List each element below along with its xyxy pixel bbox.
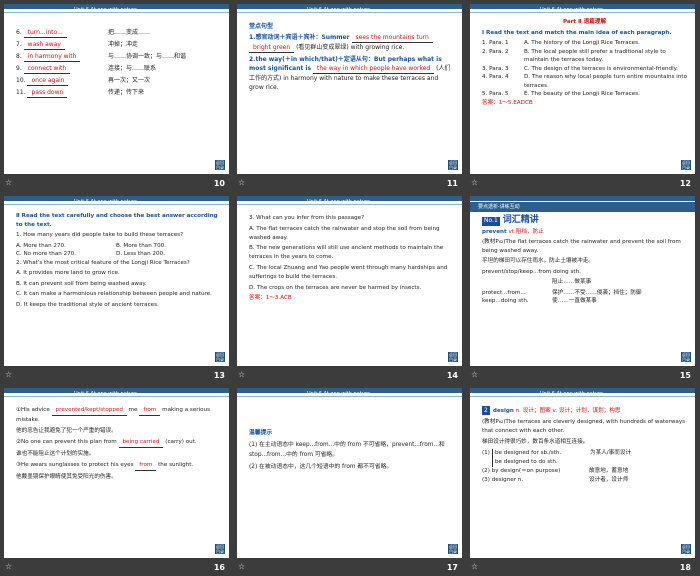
slide-number: 13 bbox=[213, 371, 225, 380]
star-icon[interactable]: ☆ bbox=[471, 370, 478, 379]
return-button[interactable]: 返回目录 bbox=[215, 160, 225, 170]
star-icon[interactable]: ☆ bbox=[5, 178, 12, 187]
slide-header-text: Unit 6 At one with nature bbox=[307, 199, 370, 205]
slide-thumbnail[interactable]: Unit 6 At one with nature 堂点句型 1.感官动词＋宾语… bbox=[237, 4, 462, 174]
answer-blank: pass down bbox=[27, 88, 68, 98]
slide-thumbnail[interactable]: Unit 6 At one with nature Ⅱ Read the tex… bbox=[4, 196, 229, 366]
slide-thumbnail[interactable]: Unit 6 At one with nature 2 design n. 设计；… bbox=[470, 388, 695, 558]
section-band-text: 要点透析·讲练互动 bbox=[478, 204, 520, 210]
return-button[interactable]: 返回目录 bbox=[448, 544, 458, 554]
star-icon[interactable]: ☆ bbox=[5, 370, 12, 379]
answer-blank: connect with bbox=[23, 64, 71, 74]
slide-number: 11 bbox=[446, 179, 458, 188]
section-title: 堂点句型 bbox=[249, 23, 274, 30]
slide-cell-13[interactable]: Unit 6 At one with nature Ⅱ Read the tex… bbox=[0, 192, 233, 384]
slide-cell-15[interactable]: 要点透析·讲练互动 No.1 词汇精讲 prevent vt.阻挡，防止 (教材P… bbox=[466, 192, 699, 384]
return-button[interactable]: 返回目录 bbox=[681, 160, 691, 170]
answer-text: 答案：1～3.ACB bbox=[249, 295, 292, 302]
slide-number: 17 bbox=[446, 563, 458, 572]
slide-cell-16[interactable]: Unit 6 At one with nature ①His advice pr… bbox=[0, 384, 233, 576]
answer-blank: turn...into... bbox=[23, 28, 67, 38]
answer-blank: prevented/kept/stopped bbox=[51, 406, 127, 416]
slide-thumbnail[interactable]: Unit 6 At one with nature ①His advice pr… bbox=[4, 388, 229, 558]
return-button[interactable]: 返回目录 bbox=[215, 544, 225, 554]
answer-blank: the way in which people have worked bbox=[312, 64, 435, 74]
slide-cell-11[interactable]: Unit 6 At one with nature 堂点句型 1.感官动词＋宾语… bbox=[233, 0, 466, 192]
slide-number: 16 bbox=[213, 563, 225, 572]
answer-text: 答案：1～5.EADCB bbox=[482, 99, 533, 106]
number-badge: 2 bbox=[482, 406, 490, 415]
star-icon[interactable]: ☆ bbox=[238, 178, 245, 187]
answer-blank: being carried bbox=[118, 438, 164, 448]
slide-header-text: Unit 6 At one with nature bbox=[307, 7, 370, 13]
slide-cell-18[interactable]: Unit 6 At one with nature 2 design n. 设计；… bbox=[466, 384, 699, 576]
slide-header-text: Unit 6 At one with nature bbox=[74, 199, 137, 205]
return-button[interactable]: 返回目录 bbox=[215, 352, 225, 362]
slide-header-text: Unit 6 At one with nature bbox=[540, 391, 603, 397]
slide-number: 15 bbox=[679, 371, 691, 380]
tip-title: 温馨提示 bbox=[249, 430, 273, 436]
answer-blank: once again bbox=[27, 76, 69, 86]
slide-cell-10[interactable]: Unit 6 At one with nature 6. turn...into… bbox=[0, 0, 233, 192]
slide-thumbnail[interactable]: Unit 6 At one with nature 6. turn...into… bbox=[4, 4, 229, 174]
answer-blank: from bbox=[139, 406, 161, 416]
return-button[interactable]: 返回目录 bbox=[681, 544, 691, 554]
answer-blank: sees the mountains turn bbox=[351, 33, 433, 43]
return-button[interactable]: 返回目录 bbox=[681, 352, 691, 362]
answer-blank: from bbox=[135, 461, 157, 471]
star-icon[interactable]: ☆ bbox=[5, 562, 12, 571]
slide-header-text: Unit 6 At one with nature bbox=[540, 7, 603, 13]
slide-number: 14 bbox=[446, 371, 458, 380]
slide-number: 12 bbox=[679, 179, 691, 188]
slide-header-text: Unit 6 At one with nature bbox=[74, 7, 137, 13]
slide-header-text: Unit 6 At one with nature bbox=[307, 391, 370, 397]
slide-header-text: Unit 6 At one with nature bbox=[74, 391, 137, 397]
star-icon[interactable]: ☆ bbox=[238, 562, 245, 571]
answer-blank: in harmony with bbox=[23, 52, 81, 62]
star-icon[interactable]: ☆ bbox=[471, 562, 478, 571]
return-button[interactable]: 返回目录 bbox=[448, 352, 458, 362]
star-icon[interactable]: ☆ bbox=[238, 370, 245, 379]
slide-number: 10 bbox=[213, 179, 225, 188]
slide-cell-14[interactable]: Unit 6 At one with nature 3. What can yo… bbox=[233, 192, 466, 384]
word-section-title: 词汇精讲 bbox=[502, 215, 539, 225]
slide-thumbnail[interactable]: Unit 6 At one with nature Part Ⅱ 语篇理解 Ⅰ … bbox=[470, 4, 695, 174]
answer-blank: bright green bbox=[249, 43, 295, 53]
slide-thumbnail[interactable]: Unit 6 At one with nature 3. What can yo… bbox=[237, 196, 462, 366]
star-icon[interactable]: ☆ bbox=[471, 178, 478, 187]
number-badge: No.1 bbox=[482, 217, 500, 226]
slide-grid: Unit 6 At one with nature 6. turn...into… bbox=[0, 0, 700, 576]
answer-blank: wash away bbox=[23, 40, 65, 50]
return-button[interactable]: 返回目录 bbox=[448, 160, 458, 170]
slide-cell-12[interactable]: Unit 6 At one with nature Part Ⅱ 语篇理解 Ⅰ … bbox=[466, 0, 699, 192]
slide-cell-17[interactable]: Unit 6 At one with nature 温馨提示 (1) 在主动语态… bbox=[233, 384, 466, 576]
slide-thumbnail[interactable]: 要点透析·讲练互动 No.1 词汇精讲 prevent vt.阻挡，防止 (教材P… bbox=[470, 196, 695, 366]
slide-thumbnail[interactable]: Unit 6 At one with nature 温馨提示 (1) 在主动语态… bbox=[237, 388, 462, 558]
part-title: Part Ⅱ 语篇理解 bbox=[562, 19, 607, 25]
slide-number: 18 bbox=[679, 563, 691, 572]
